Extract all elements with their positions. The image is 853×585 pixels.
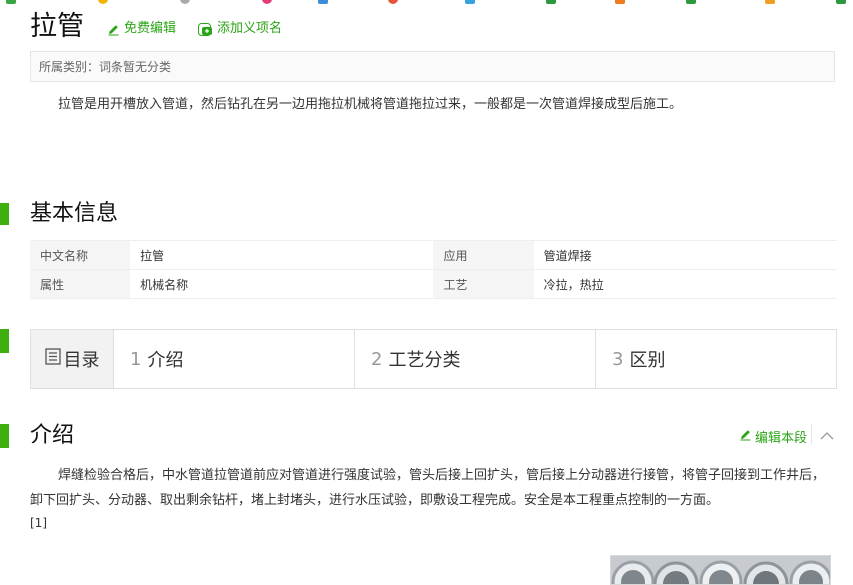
section-marker	[0, 424, 9, 448]
bookmark-item[interactable]	[465, 0, 475, 4]
category-value: 词条暂无分类	[99, 60, 172, 74]
toc-item-number: 3	[612, 348, 624, 370]
add-meaning-icon	[198, 22, 213, 36]
info-key: 中文名称	[30, 240, 131, 270]
intro-paragraph: 焊缝检验合格后，中水管道拉管道前应对管道进行强度试验，管头后接上回扩头，管后接上…	[30, 468, 826, 508]
add-meaning-button[interactable]: 添加义项名	[198, 20, 282, 38]
bookmark-item[interactable]	[686, 0, 696, 4]
bookmark-item[interactable]	[388, 0, 398, 4]
bookmark-item[interactable]	[262, 0, 272, 4]
section-marker	[0, 203, 9, 225]
table-row: 属性 机械名称 工艺 冷拉，热拉	[30, 269, 837, 299]
bookmark-bar	[0, 0, 853, 4]
info-value: 机械名称	[130, 269, 434, 299]
collapse-button[interactable]	[819, 427, 835, 446]
reference-link[interactable]: [1]	[30, 513, 47, 533]
info-key: 工艺	[433, 269, 534, 299]
toc-item-label: 介绍	[147, 350, 184, 371]
info-key: 属性	[30, 269, 131, 299]
table-row: 中文名称 拉管 应用 管道焊接	[30, 240, 837, 270]
edit-section-button[interactable]: 编辑本段	[739, 427, 807, 446]
free-edit-button[interactable]: 免费编辑	[107, 20, 176, 38]
info-value: 拉管	[130, 240, 434, 270]
table-of-contents: 目录 1 介绍 2 工艺分类 3 区别	[30, 329, 837, 389]
page-title: 拉管	[30, 11, 84, 42]
toc-header: 目录	[31, 330, 114, 388]
bookmark-item[interactable]	[180, 0, 190, 4]
intro-heading: 介绍	[30, 423, 75, 448]
category-box: 所属类别：词条暂无分类	[30, 51, 835, 82]
pencil-icon	[739, 428, 752, 445]
toc-item-number: 1	[130, 348, 142, 370]
toc-item-process[interactable]: 2 工艺分类	[355, 330, 596, 388]
free-edit-label: 免费编辑	[124, 21, 177, 36]
list-icon	[44, 348, 61, 370]
info-value: 冷拉，热拉	[533, 269, 837, 299]
toc-item-label: 工艺分类	[388, 350, 461, 371]
basic-info-table: 中文名称 拉管 应用 管道焊接 属性 机械名称 工艺 冷拉，热拉	[30, 240, 837, 299]
divider	[811, 424, 812, 444]
bookmark-item[interactable]	[765, 0, 775, 4]
toc-item-label: 区别	[629, 350, 666, 371]
toc-item-number: 2	[371, 348, 383, 370]
section-marker	[0, 329, 9, 353]
info-key: 应用	[433, 240, 534, 270]
toc-item-intro[interactable]: 1 介绍	[114, 330, 355, 388]
pencil-icon	[107, 23, 120, 36]
category-label: 所属类别：	[39, 60, 100, 74]
toc-item-difference[interactable]: 3 区别	[596, 330, 836, 388]
toc-label: 目录	[63, 350, 100, 371]
add-meaning-label: 添加义项名	[217, 21, 283, 36]
basic-info-heading: 基本信息	[30, 201, 119, 226]
bookmark-item[interactable]	[615, 0, 625, 4]
bookmark-item[interactable]	[318, 0, 328, 4]
info-value: 管道焊接	[533, 240, 837, 270]
bookmark-item[interactable]	[546, 0, 556, 4]
edit-section-label: 编辑本段	[755, 431, 808, 446]
bookmark-item[interactable]	[6, 0, 16, 4]
chevron-up-icon	[819, 427, 835, 446]
bookmark-item[interactable]	[836, 0, 846, 4]
bookmark-item[interactable]	[98, 0, 108, 4]
summary-paragraph: 拉管是用开槽放入管道，然后钻孔在另一边用拖拉机械将管道拖拉过来，一般都是一次管道…	[58, 97, 683, 112]
